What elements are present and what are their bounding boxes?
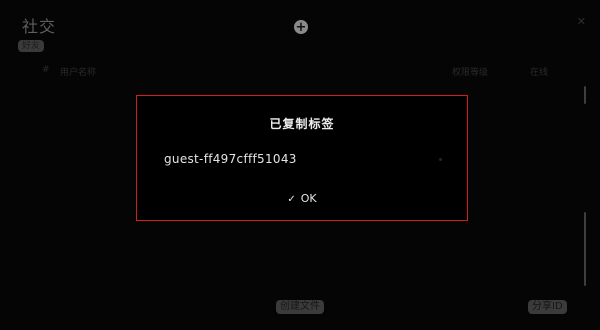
column-header-username[interactable]: 用户名称 [60,65,96,78]
plus-circle-icon[interactable]: + [294,20,308,34]
copied-tag-value: guest-ff497cfff51043 [164,152,297,166]
close-icon[interactable]: ✕ [577,15,586,28]
column-header-permission[interactable]: 权限等级 [452,65,488,78]
create-file-button[interactable]: 创建文件 [276,300,324,314]
column-header-index: # [42,65,50,75]
copied-tag-dialog: 已复制标签 guest-ff497cfff51043 ✓ OK [136,95,468,221]
dialog-title: 已复制标签 [269,117,335,131]
panel-title: 社交 [22,17,57,36]
column-header-online[interactable]: 在线 [530,65,548,78]
ok-button[interactable]: ✓ OK [137,192,467,205]
dialog-decoration [439,158,442,161]
share-id-button[interactable]: 分享ID [528,300,567,314]
friends-tab[interactable]: 好友 [18,40,45,52]
scrollbar-thumb[interactable] [584,86,586,104]
scrollbar-thumb-lower[interactable] [584,212,586,286]
ok-label: OK [300,192,317,205]
checkmark-icon: ✓ [287,194,296,205]
